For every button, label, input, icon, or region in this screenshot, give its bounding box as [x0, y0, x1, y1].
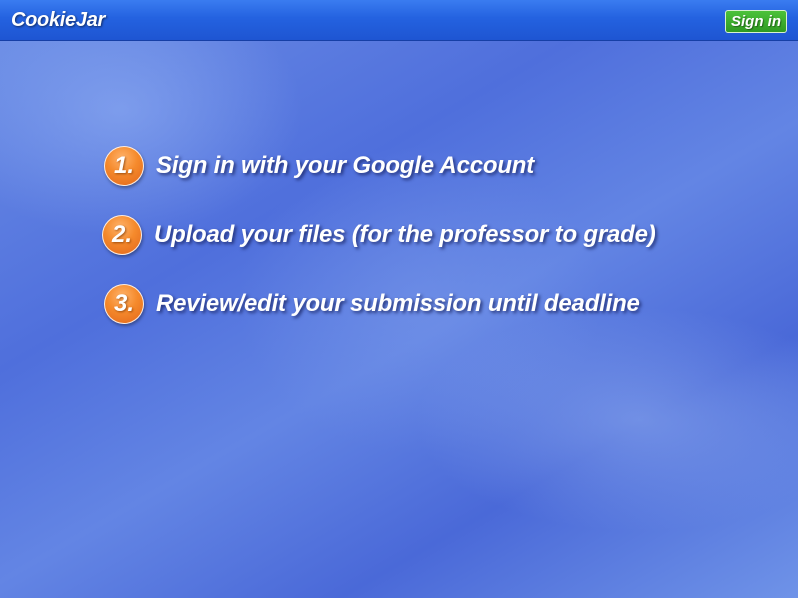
- sign-in-button[interactable]: Sign in: [725, 10, 787, 33]
- top-bar: CookieJar Sign in: [0, 0, 798, 41]
- app-title: CookieJar: [11, 9, 106, 31]
- step-number-badge: 3.: [104, 284, 144, 324]
- step-item: 2. Upload your files (for the professor …: [102, 213, 656, 257]
- step-item: 3. Review/edit your submission until dea…: [104, 282, 640, 326]
- step-number-badge: 2.: [102, 215, 142, 255]
- step-text: Upload your files (for the professor to …: [154, 221, 656, 248]
- step-text: Sign in with your Google Account: [156, 152, 535, 179]
- step-number-badge: 1.: [104, 146, 144, 186]
- step-text: Review/edit your submission until deadli…: [156, 290, 640, 317]
- step-item: 1. Sign in with your Google Account: [104, 144, 534, 188]
